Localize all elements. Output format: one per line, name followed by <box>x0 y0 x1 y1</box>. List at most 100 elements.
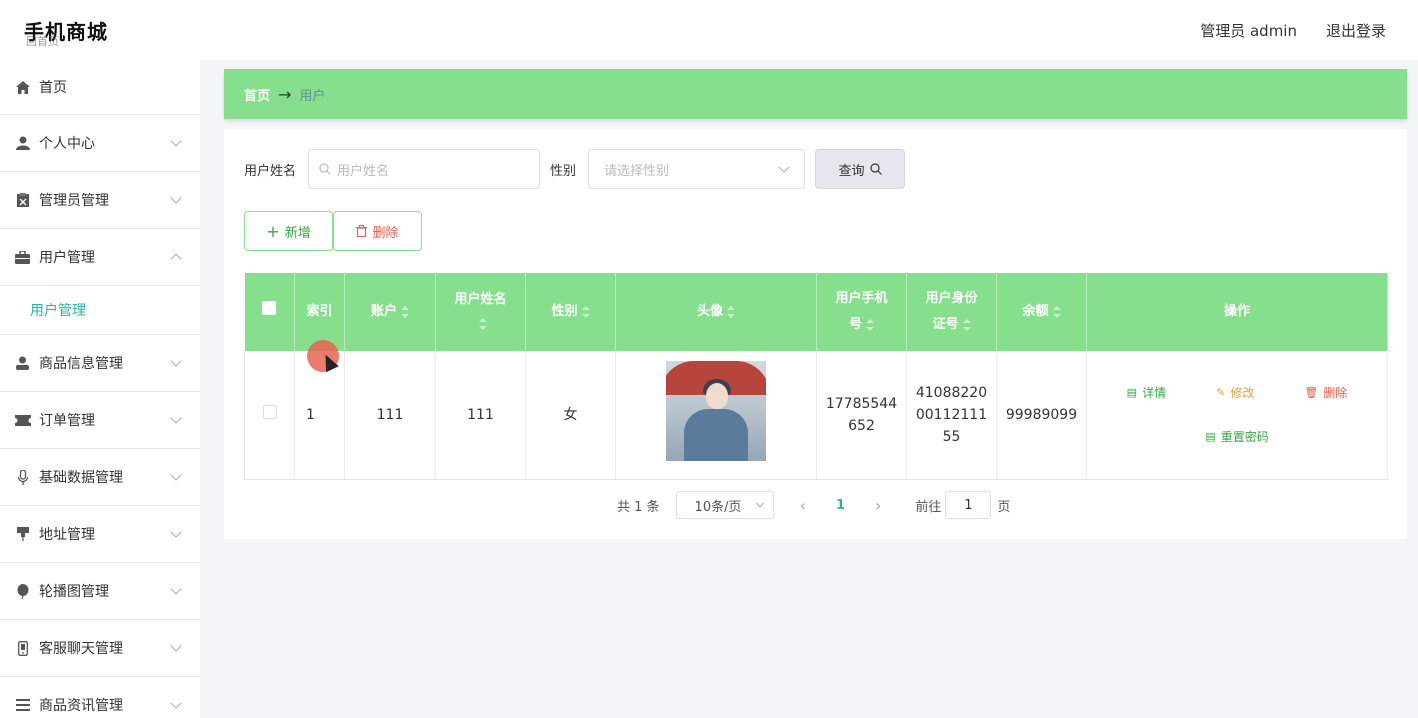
select-all-checkbox-cell[interactable] <box>244 273 295 351</box>
chevron-down-icon <box>755 498 764 508</box>
breadcrumb-home-link[interactable]: 首页 <box>244 85 270 104</box>
gender-cell: 女 <box>525 351 616 480</box>
chevron-down-icon <box>170 526 182 538</box>
row-checkbox[interactable] <box>262 404 277 419</box>
sidebar-item-user-management[interactable]: 用户管理 <box>0 229 200 286</box>
search-icon <box>319 163 331 175</box>
operations-row: ▤ 重置密码 <box>1087 426 1387 448</box>
column-header[interactable]: 用户身份证号 <box>906 273 997 351</box>
balloon-icon <box>14 583 31 599</box>
back-home-link[interactable]: 回首页 <box>26 33 59 49</box>
breadcrumb-current: 用户 <box>299 88 326 104</box>
logout-link[interactable]: 退出登录 <box>1326 20 1386 41</box>
sidebar-item-label: 商品资讯管理 <box>39 698 123 714</box>
gender-select[interactable]: 请选择性别 <box>588 149 806 189</box>
main-panel: 用户姓名 用户姓名 性别 请选择性别 查询 + 新增 删除 索引 账户 用户姓名… <box>224 129 1407 539</box>
account-cell: 111 <box>344 351 436 480</box>
sort-icon[interactable] <box>866 318 874 331</box>
phone-line: 652 <box>848 417 875 434</box>
person-icon <box>14 355 31 371</box>
chevron-down-icon <box>170 192 182 204</box>
phone-icon <box>14 640 31 656</box>
id-card-cell: 41088220 00112111 55 <box>906 351 997 480</box>
trash-icon <box>356 225 368 237</box>
sidebar-item-order-management[interactable]: 订单管理 <box>0 392 200 449</box>
username-label: 用户姓名 <box>244 163 297 179</box>
sort-icon[interactable] <box>401 305 409 318</box>
sort-icon[interactable] <box>727 305 735 318</box>
sort-icon[interactable] <box>478 317 487 330</box>
operations-row: ▤ 详情 ✎ 修改 🗑 删除 <box>1087 382 1387 404</box>
sidebar-item-label: 个人中心 <box>39 136 95 152</box>
sidebar-item-label: 用户管理 <box>39 250 95 266</box>
sidebar-subitem-user-management[interactable]: 用户管理 <box>0 286 200 335</box>
column-header[interactable]: 用户姓名 <box>435 273 526 351</box>
page-suffix: 页 <box>997 499 1011 515</box>
add-button[interactable]: + 新增 <box>244 211 333 251</box>
username-placeholder: 用户姓名 <box>337 163 390 179</box>
select-all-checkbox[interactable] <box>262 301 277 315</box>
sidebar-item-home[interactable]: 首页 <box>0 60 200 115</box>
chevron-down-icon <box>170 412 182 424</box>
chevron-down-icon <box>778 161 790 173</box>
phone-cell: 17785544 652 <box>816 351 907 480</box>
users-table: 索引 账户 用户姓名 性别 头像 用户手机号 用户身份证号 余额 操作 1 11… <box>244 273 1388 480</box>
avatar <box>666 361 766 462</box>
username-search-input[interactable]: 用户姓名 <box>308 149 541 189</box>
goto-page-input[interactable]: 1 <box>945 491 992 519</box>
column-header[interactable]: 用户手机号 <box>816 273 907 351</box>
column-header[interactable]: 余额 <box>996 273 1087 351</box>
sidebar-item-product-news-management[interactable]: 商品资讯管理 <box>0 677 200 718</box>
briefcase-icon <box>14 249 31 265</box>
action-buttons: + 新增 删除 <box>244 211 422 251</box>
phone-line: 17785544 <box>825 395 898 412</box>
id-card-line: 55 <box>942 428 961 445</box>
admin-label: 管理员 admin <box>1200 22 1297 40</box>
sidebar-item-label: 管理员管理 <box>39 193 109 209</box>
sidebar-item-personal-center[interactable]: 个人中心 <box>0 115 200 172</box>
column-header[interactable]: 账户 <box>344 273 436 351</box>
sort-icon[interactable] <box>962 318 971 331</box>
sidebar-item-basic-data-management[interactable]: 基础数据管理 <box>0 449 200 506</box>
column-header[interactable]: 头像 <box>615 273 817 351</box>
row-checkbox-cell[interactable] <box>244 351 295 480</box>
plus-icon: + <box>266 221 280 241</box>
column-header[interactable]: 性别 <box>525 273 616 351</box>
chevron-down-icon <box>170 583 182 595</box>
home-icon <box>14 79 31 95</box>
ticket-icon <box>14 412 31 428</box>
prev-page-button[interactable]: ‹ <box>800 496 806 515</box>
user-icon <box>14 135 31 151</box>
sidebar-item-label: 首页 <box>39 80 67 96</box>
balance-cell: 99989099 <box>996 351 1087 480</box>
document-icon: ▤ <box>1205 429 1216 443</box>
microphone-icon <box>14 469 31 485</box>
chevron-down-icon <box>170 135 182 147</box>
chevron-up-icon <box>170 253 182 265</box>
sidebar-item-label: 商品信息管理 <box>39 356 123 372</box>
delete-button[interactable]: 删除 <box>333 211 422 251</box>
pencil-icon: ✎ <box>1216 385 1226 399</box>
gender-placeholder: 请选择性别 <box>604 163 670 179</box>
top-header: 手机商城 回首页 管理员 admin 退出登录 <box>0 0 1418 60</box>
sidebar-item-address-management[interactable]: 地址管理 <box>0 506 200 563</box>
sidebar-item-label: 轮播图管理 <box>39 584 109 600</box>
sort-icon[interactable] <box>1052 305 1061 318</box>
sidebar-item-carousel-management[interactable]: 轮播图管理 <box>0 563 200 620</box>
chevron-down-icon <box>170 697 182 709</box>
edit-button[interactable]: ✎ 修改 <box>1216 382 1254 404</box>
next-page-button[interactable]: › <box>875 496 881 515</box>
goto-label: 前往 <box>915 499 942 515</box>
page-size-select[interactable]: 10条/页 <box>675 491 774 519</box>
reset-password-button[interactable]: ▤ 重置密码 <box>1205 426 1268 448</box>
sidebar-item-product-info-management[interactable]: 商品信息管理 <box>0 335 200 392</box>
page-number[interactable]: 1 <box>836 498 845 513</box>
row-delete-button[interactable]: 🗑 删除 <box>1304 382 1347 404</box>
sidebar-item-customer-chat-management[interactable]: 客服聊天管理 <box>0 620 200 677</box>
id-card-line: 41088220 <box>915 384 988 401</box>
query-button[interactable]: 查询 <box>815 149 906 189</box>
sort-icon[interactable] <box>581 305 590 318</box>
sidebar-item-admin-management[interactable]: 管理员管理 <box>0 172 200 229</box>
detail-button[interactable]: ▤ 详情 <box>1127 382 1166 404</box>
column-header: 操作 <box>1086 273 1388 351</box>
